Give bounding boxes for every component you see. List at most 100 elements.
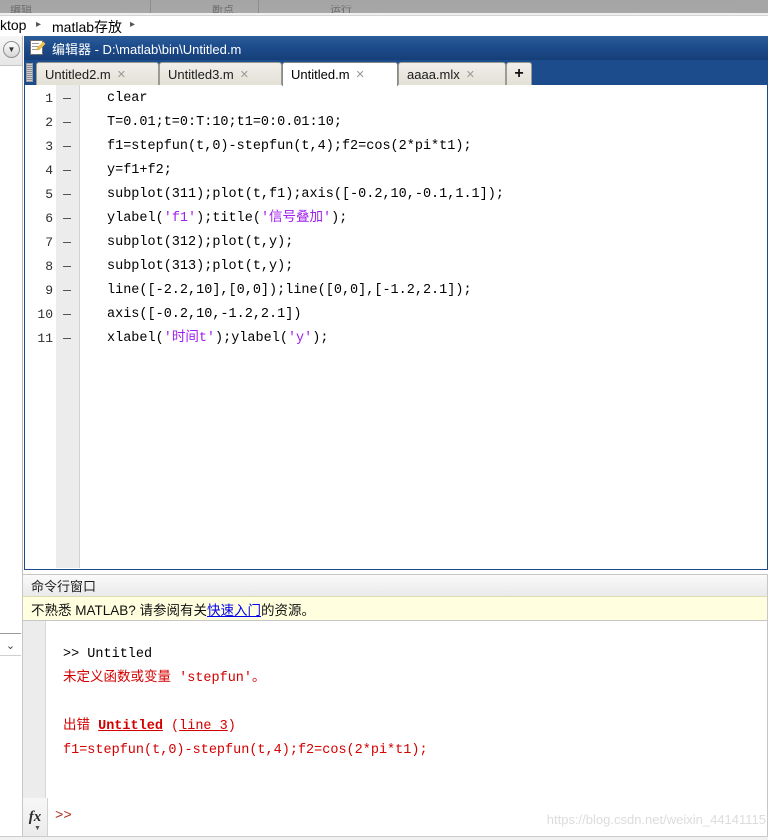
breadcrumb-segment-folder[interactable]: matlab存放 <box>52 17 122 37</box>
close-icon[interactable]: ✕ <box>240 68 249 81</box>
code-text: clear <box>107 91 148 106</box>
breakpoint-dash-icon[interactable]: — <box>59 207 75 231</box>
tab-label: Untitled3.m <box>168 66 234 82</box>
code-line[interactable]: 2 — T=0.01;t=0:T:10;t1=0:0.01:10; <box>25 111 767 135</box>
matlab-ide-screenshot: 编辑 断点 运行 ktop ▸ matlab存放 ▸ ▼ ⌄ 编辑器 - D:\… <box>0 0 768 840</box>
code-line[interactable]: 7 — subplot(312);plot(t,y); <box>25 231 767 255</box>
line-number: 3 <box>45 139 53 154</box>
close-icon[interactable]: ✕ <box>466 68 475 81</box>
code-text: xlabel('时间t');ylabel('y'); <box>107 331 329 346</box>
chevron-right-icon: ▸ <box>130 19 136 30</box>
ribbon-inner <box>0 0 735 13</box>
left-dock-panel: ▼ ⌄ <box>0 36 23 719</box>
code-text: subplot(312);plot(t,y); <box>107 235 294 250</box>
code-text: line([-2.2,10],[0,0]);line([0,0],[-1.2,2… <box>107 283 472 298</box>
code-line[interactable]: 10 — axis([-0.2,10,-1.2,2.1]) <box>25 303 767 327</box>
tab-untitled3[interactable]: Untitled3.m ✕ <box>159 62 282 85</box>
breakpoint-dash-icon[interactable]: — <box>59 303 75 327</box>
line-number: 9 <box>45 283 53 298</box>
line-number: 8 <box>45 259 53 274</box>
window-bottom-edge <box>0 836 768 840</box>
new-tab-button[interactable]: + <box>506 62 532 85</box>
watermark-text: https://blog.csdn.net/weixin_44141115 <box>546 812 766 827</box>
editor-titlebar: 编辑器 - D:\matlab\bin\Untitled.m <box>24 36 768 60</box>
command-window-gutter <box>23 621 46 798</box>
breakpoint-dash-icon[interactable]: — <box>59 231 75 255</box>
tab-untitled[interactable]: Untitled.m ✕ <box>282 62 398 86</box>
tabstrip-grip-handle[interactable] <box>26 63 33 82</box>
code-lines-container: 1 — clear 2 — T=0.01;t=0:T:10;t1=0:0.01:… <box>25 87 767 351</box>
command-window: 命令行窗口 不熟悉 MATLAB? 请参阅有关 快速入门 的资源。 >> Untit… <box>22 574 768 840</box>
code-line[interactable]: 1 — clear <box>25 87 767 111</box>
breakpoint-dash-icon[interactable]: — <box>59 255 75 279</box>
code-text: f1=stepfun(t,0)-stepfun(t,4);f2=cos(2*pi… <box>107 139 472 154</box>
breakpoint-dash-icon[interactable]: — <box>59 111 75 135</box>
line-number: 7 <box>45 235 53 250</box>
tab-untitled2[interactable]: Untitled2.m ✕ <box>36 62 159 85</box>
code-text: T=0.01;t=0:T:10;t1=0:0.01:10; <box>107 115 342 130</box>
breadcrumb-segment-desktop[interactable]: ktop <box>0 17 26 33</box>
close-icon[interactable]: ✕ <box>356 68 365 81</box>
ribbon-item-run[interactable]: 运行 <box>330 5 352 13</box>
dropdown-circle-icon[interactable]: ▼ <box>3 41 20 58</box>
line-number: 2 <box>45 115 53 130</box>
code-line[interactable]: 4 — y=f1+f2; <box>25 159 767 183</box>
ribbon-item-breakpoint[interactable]: 断点 <box>212 5 234 13</box>
breakpoint-dash-icon[interactable]: — <box>59 279 75 303</box>
banner-text-after: 的资源。 <box>261 602 316 618</box>
code-line[interactable]: 9 — line([-2.2,10],[0,0]);line([0,0],[-1… <box>25 279 767 303</box>
command-prompt[interactable]: >> <box>55 808 72 824</box>
caret-down-icon: ▼ <box>34 825 41 832</box>
breakpoint-dash-icon[interactable]: — <box>59 183 75 207</box>
code-line[interactable]: 8 — subplot(313);plot(t,y); <box>25 255 767 279</box>
toolbar-ribbon-strip: 编辑 断点 运行 <box>0 0 768 13</box>
close-icon[interactable]: ✕ <box>117 68 126 81</box>
code-text: subplot(313);plot(t,y); <box>107 259 294 274</box>
command-window-titlebar: 命令行窗口 <box>22 574 768 596</box>
command-window-output[interactable]: >> Untitled 未定义函数或变量 'stepfun'。 出错 Untit… <box>22 621 768 798</box>
ribbon-separator <box>150 0 151 13</box>
left-dock-footer <box>0 655 21 719</box>
code-line[interactable]: 6 — ylabel('f1');title('信号叠加'); <box>25 207 767 231</box>
banner-link-getting-started[interactable]: 快速入门 <box>207 599 261 619</box>
code-line[interactable]: 3 — f1=stepfun(t,0)-stepfun(t,4);f2=cos(… <box>25 135 767 159</box>
output-line: >> Untitled <box>63 647 153 662</box>
code-text: subplot(311);plot(t,f1);axis([-0.2,10,-0… <box>107 187 504 202</box>
code-text: ylabel('f1');title('信号叠加'); <box>107 211 348 226</box>
breakpoint-dash-icon[interactable]: — <box>59 135 75 159</box>
editor-document-icon <box>30 40 46 56</box>
chevron-down-icon[interactable]: ⌄ <box>0 633 21 656</box>
output-line-error-code: f1=stepfun(t,0)-stepfun(t,4);f2=cos(2*pi… <box>63 743 428 758</box>
command-window-banner: 不熟悉 MATLAB? 请参阅有关 快速入门 的资源。 <box>22 596 768 621</box>
tab-aaaa-mlx[interactable]: aaaa.mlx ✕ <box>398 62 506 85</box>
line-number: 5 <box>45 187 53 202</box>
output-line-blank <box>63 691 763 715</box>
chevron-right-icon: ▸ <box>36 19 42 30</box>
ribbon-item-edit[interactable]: 编辑 <box>10 5 32 13</box>
left-dock-header: ▼ <box>0 36 22 66</box>
function-browser-button[interactable]: fx ▼ <box>23 798 48 837</box>
breakpoint-dash-icon[interactable]: — <box>59 159 75 183</box>
command-window-title: 命令行窗口 <box>31 579 97 594</box>
line-number: 11 <box>37 331 53 346</box>
code-text: y=f1+f2; <box>107 163 172 178</box>
breakpoint-dash-icon[interactable]: — <box>59 87 75 111</box>
line-number: 6 <box>45 211 53 226</box>
code-text: axis([-0.2,10,-1.2,2.1]) <box>107 307 302 322</box>
line-number: 10 <box>37 307 53 322</box>
command-output-lines: >> Untitled 未定义函数或变量 'stepfun'。 出错 Untit… <box>63 643 763 763</box>
output-line-error: 未定义函数或变量 'stepfun'。 <box>63 671 266 686</box>
code-editor-area[interactable]: 1 — clear 2 — T=0.01;t=0:T:10;t1=0:0.01:… <box>24 85 768 570</box>
tab-label: Untitled2.m <box>45 66 111 82</box>
ribbon-separator <box>258 0 259 13</box>
banner-text-before: 不熟悉 MATLAB? 请参阅有关 <box>31 602 208 618</box>
breakpoint-dash-icon[interactable]: — <box>59 327 75 351</box>
code-line[interactable]: 11 — xlabel('时间t');ylabel('y'); <box>25 327 767 351</box>
code-line[interactable]: 5 — subplot(311);plot(t,f1);axis([-0.2,1… <box>25 183 767 207</box>
editor-title-text: 编辑器 - D:\matlab\bin\Untitled.m <box>52 41 242 57</box>
output-line-error-link[interactable]: 出错 Untitled (line 3) <box>63 715 763 739</box>
editor-tabstrip: Untitled2.m ✕ Untitled3.m ✕ Untitled.m ✕… <box>24 60 768 86</box>
line-number: 4 <box>45 163 53 178</box>
tab-label: aaaa.mlx <box>407 66 460 82</box>
line-number: 1 <box>45 91 53 106</box>
